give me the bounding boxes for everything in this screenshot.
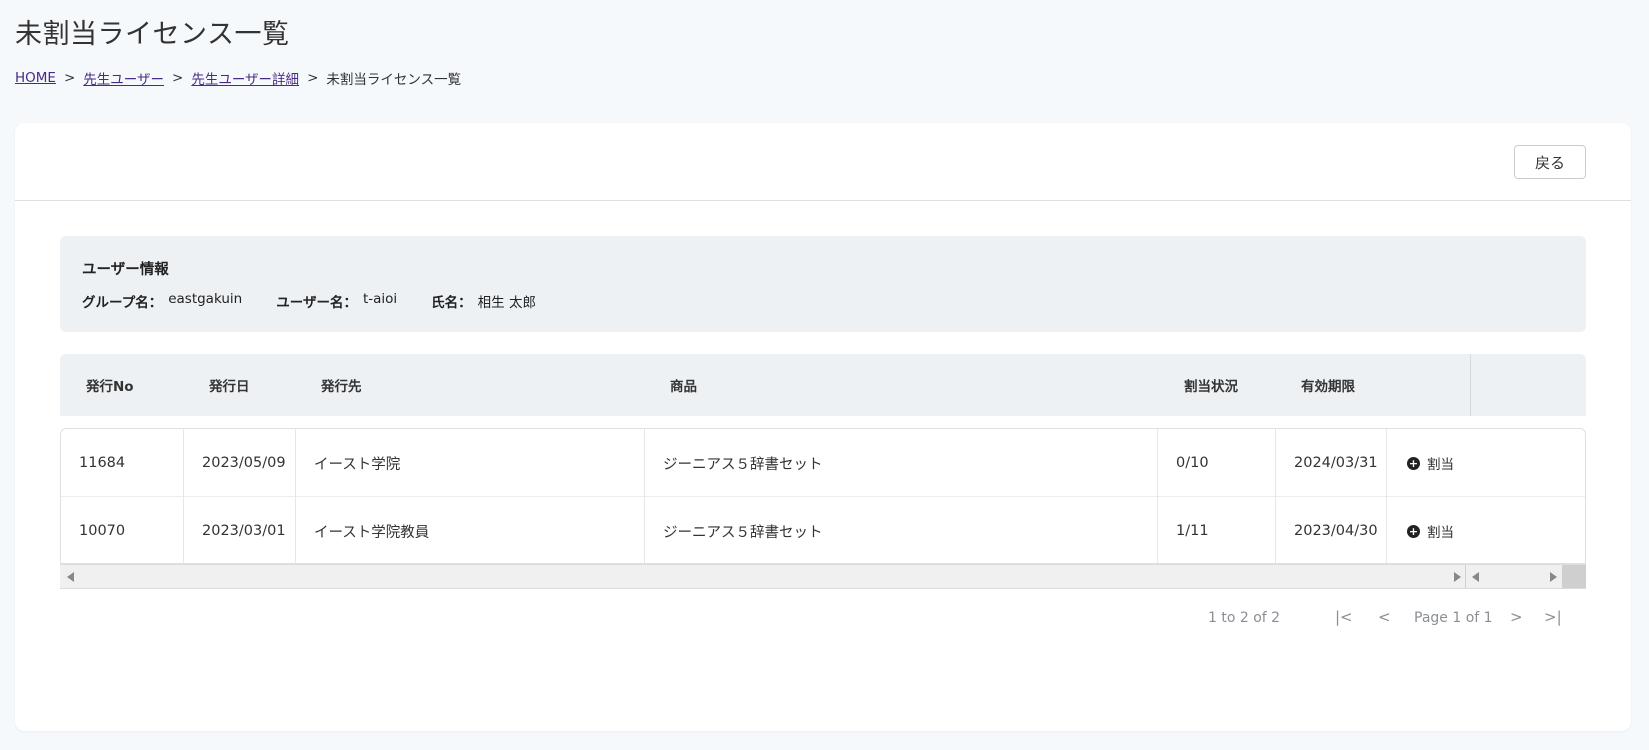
breadcrumb: HOME > 先生ユーザー > 先生ユーザー詳細 > 未割当ライセンス一覧 (15, 68, 461, 88)
scroll-right-icon[interactable] (1454, 572, 1461, 582)
scroll-right-icon[interactable] (1550, 572, 1557, 582)
grid-body: 11684 2023/05/09 イースト学院 ジーニアス５辞書セット 0/10… (60, 428, 1586, 564)
user-info-row: グループ名： eastgakuin ユーザー名： t-aioi 氏名： 相生 太… (82, 291, 1564, 311)
group-info: グループ名： eastgakuin (82, 291, 242, 311)
last-page-icon[interactable]: >| (1544, 608, 1562, 626)
breadcrumb-separator: > (172, 70, 184, 86)
horizontal-scrollbar[interactable] (60, 564, 1586, 589)
column-header-issue-no[interactable]: 発行No (86, 354, 134, 416)
column-header-expiry[interactable]: 有効期限 (1301, 354, 1355, 416)
cell-product: ジーニアス５辞書セット (645, 429, 1158, 497)
column-header-issue-date[interactable]: 発行日 (209, 354, 250, 416)
plus-circle-icon: + (1407, 524, 1420, 538)
cell-assign-status: 0/10 (1158, 429, 1276, 497)
table-row[interactable]: 10070 2023/03/01 イースト学院教員 ジーニアス５辞書セット 1/… (61, 497, 1585, 563)
pagination: 1 to 2 of 2 |< < Page 1 of 1 > >| (60, 606, 1586, 632)
page-indicator: Page 1 of 1 (1414, 610, 1493, 626)
cell-assign-status: 1/11 (1158, 497, 1276, 563)
cell-expiry: 2024/03/31 (1276, 429, 1387, 497)
username-value: t-aioi (362, 291, 398, 307)
group-label: グループ名： (82, 295, 163, 311)
breadcrumb-separator: > (63, 70, 76, 86)
cell-issued-to: イースト学院 (296, 429, 645, 497)
fullname-value: 相生 太郎 (477, 295, 536, 311)
cell-expiry: 2023/04/30 (1276, 497, 1387, 563)
scroll-left-icon[interactable] (1472, 572, 1479, 582)
column-divider (1470, 354, 1471, 416)
user-info-panel: ユーザー情報 グループ名： eastgakuin ユーザー名： t-aioi 氏… (60, 236, 1586, 332)
column-header-issued-to[interactable]: 発行先 (321, 354, 362, 416)
cell-action: + 割当 (1387, 429, 1585, 497)
assign-button[interactable]: + 割当 (1407, 521, 1454, 541)
scrollbar-divider (1465, 565, 1466, 588)
username-label: ユーザー名： (276, 295, 357, 311)
next-page-icon[interactable]: > (1510, 608, 1523, 626)
breadcrumb-home-link[interactable]: HOME (15, 70, 56, 86)
card-header: 戻る (15, 123, 1631, 201)
prev-page-icon[interactable]: < (1378, 608, 1391, 626)
username-info: ユーザー名： t-aioi (276, 291, 397, 311)
cell-action: + 割当 (1387, 497, 1585, 563)
cell-issue-no: 10070 (61, 497, 184, 563)
table-row[interactable]: 11684 2023/05/09 イースト学院 ジーニアス５辞書セット 0/10… (61, 429, 1585, 497)
assign-label: 割当 (1427, 457, 1454, 473)
row-summary: 1 to 2 of 2 (1208, 610, 1281, 626)
plus-circle-icon: + (1407, 456, 1420, 470)
breadcrumb-separator: > (307, 70, 319, 86)
scroll-left-icon[interactable] (67, 572, 74, 582)
cell-issued-to: イースト学院教員 (296, 497, 645, 563)
main-card: 戻る ユーザー情報 グループ名： eastgakuin ユーザー名： t-aio… (15, 123, 1631, 731)
first-page-icon[interactable]: |< (1335, 608, 1353, 626)
breadcrumb-teacher-user-detail-link[interactable]: 先生ユーザー詳細 (191, 68, 299, 88)
fullname-label: 氏名： (431, 295, 472, 311)
column-header-product[interactable]: 商品 (670, 354, 697, 416)
back-button[interactable]: 戻る (1514, 145, 1586, 179)
cell-issue-date: 2023/05/09 (184, 429, 296, 497)
cell-product: ジーニアス５辞書セット (645, 497, 1158, 563)
grid-header: 発行No 発行日 発行先 商品 割当状況 有効期限 (60, 354, 1586, 416)
cell-issue-no: 11684 (61, 429, 184, 497)
scrollbar-corner (1562, 565, 1586, 588)
breadcrumb-current: 未割当ライセンス一覧 (326, 72, 462, 88)
page-title: 未割当ライセンス一覧 (15, 19, 290, 50)
breadcrumb-teacher-users-link[interactable]: 先生ユーザー (83, 68, 164, 88)
user-info-title: ユーザー情報 (82, 262, 169, 278)
cell-issue-date: 2023/03/01 (184, 497, 296, 563)
fullname-info: 氏名： 相生 太郎 (431, 291, 536, 311)
group-value: eastgakuin (168, 291, 243, 307)
assign-label: 割当 (1427, 525, 1454, 541)
column-header-assign-status[interactable]: 割当状況 (1184, 354, 1238, 416)
assign-button[interactable]: + 割当 (1407, 453, 1454, 473)
